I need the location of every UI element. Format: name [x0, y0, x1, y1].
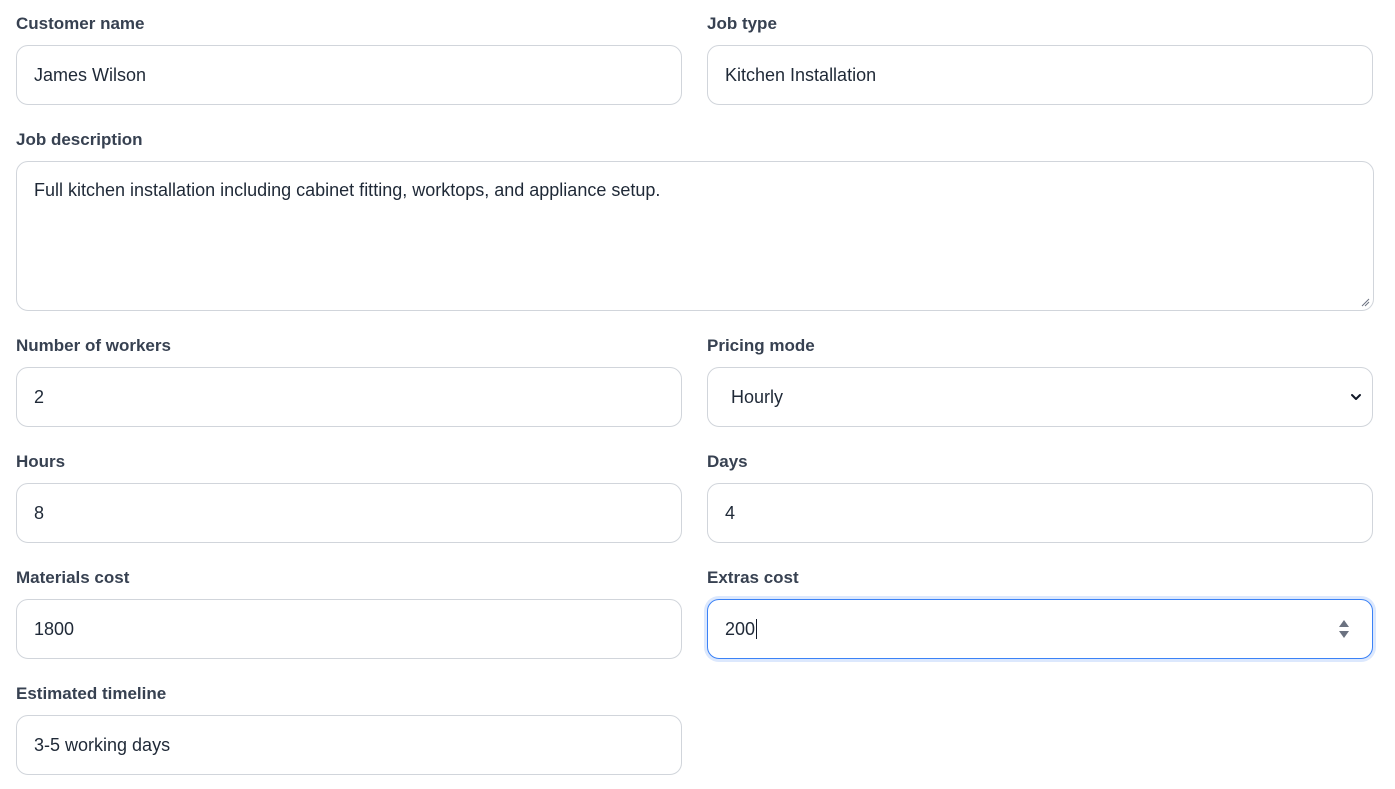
days-value: 4	[725, 502, 736, 523]
form-row: Hours 8 Days 4	[16, 450, 1374, 543]
customer-name-input[interactable]: James Wilson	[16, 45, 682, 105]
chevron-down-icon	[1351, 394, 1361, 400]
materials-cost-field: Materials cost 1800	[16, 566, 682, 659]
estimated-timeline-label: Estimated timeline	[16, 684, 167, 703]
materials-cost-value: 1800	[34, 618, 75, 639]
job-form: Customer name James Wilson Job type Kitc…	[16, 12, 1374, 775]
form-row: Materials cost 1800 Extras cost 200	[16, 566, 1374, 659]
materials-cost-input[interactable]: 1800	[16, 599, 682, 659]
number-of-workers-label: Number of workers	[16, 336, 171, 355]
job-description-textarea[interactable]: Full kitchen installation including cabi…	[16, 161, 1374, 311]
number-of-workers-field: Number of workers 2	[16, 334, 682, 427]
customer-name-label: Customer name	[16, 14, 145, 33]
number-of-workers-value: 2	[34, 386, 45, 407]
job-description-value: Full kitchen installation including cabi…	[34, 180, 661, 200]
hours-value: 8	[34, 502, 45, 523]
customer-name-value: James Wilson	[34, 64, 147, 85]
estimated-timeline-input[interactable]: 3-5 working days	[16, 715, 682, 775]
pricing-mode-selected: Hourly	[731, 386, 784, 407]
hours-label: Hours	[16, 452, 66, 471]
hours-input[interactable]: 8	[16, 483, 682, 543]
form-row: Job description Full kitchen installatio…	[16, 128, 1374, 311]
extras-cost-input[interactable]: 200	[707, 599, 1373, 659]
job-type-field: Job type Kitchen Installation	[707, 12, 1373, 105]
number-of-workers-input[interactable]: 2	[16, 367, 682, 427]
estimated-timeline-value: 3-5 working days	[34, 734, 171, 755]
spinner-arrows-icon[interactable]	[1338, 618, 1350, 640]
form-row: Customer name James Wilson Job type Kitc…	[16, 12, 1374, 105]
days-input[interactable]: 4	[707, 483, 1373, 543]
estimated-timeline-field: Estimated timeline 3-5 working days	[16, 682, 682, 775]
extras-cost-label: Extras cost	[707, 568, 799, 587]
days-field: Days 4	[707, 450, 1373, 543]
job-description-label: Job description	[16, 130, 143, 149]
extras-cost-value: 200	[725, 618, 756, 639]
job-type-label: Job type	[707, 14, 777, 33]
job-type-value: Kitchen Installation	[725, 64, 877, 85]
job-type-input[interactable]: Kitchen Installation	[707, 45, 1373, 105]
text-caret	[756, 619, 758, 639]
resize-handle-icon[interactable]	[1360, 297, 1370, 307]
extras-cost-field: Extras cost 200	[707, 566, 1373, 659]
pricing-mode-label: Pricing mode	[707, 336, 815, 355]
form-row: Estimated timeline 3-5 working days	[16, 682, 1374, 775]
job-description-field: Job description Full kitchen installatio…	[16, 128, 1374, 311]
customer-name-field: Customer name James Wilson	[16, 12, 682, 105]
hours-field: Hours 8	[16, 450, 682, 543]
form-row: Number of workers 2 Pricing mode Hourly	[16, 334, 1374, 427]
materials-cost-label: Materials cost	[16, 568, 130, 587]
pricing-mode-select[interactable]: Hourly	[707, 367, 1373, 427]
pricing-mode-field: Pricing mode Hourly	[707, 334, 1373, 427]
days-label: Days	[707, 452, 748, 471]
